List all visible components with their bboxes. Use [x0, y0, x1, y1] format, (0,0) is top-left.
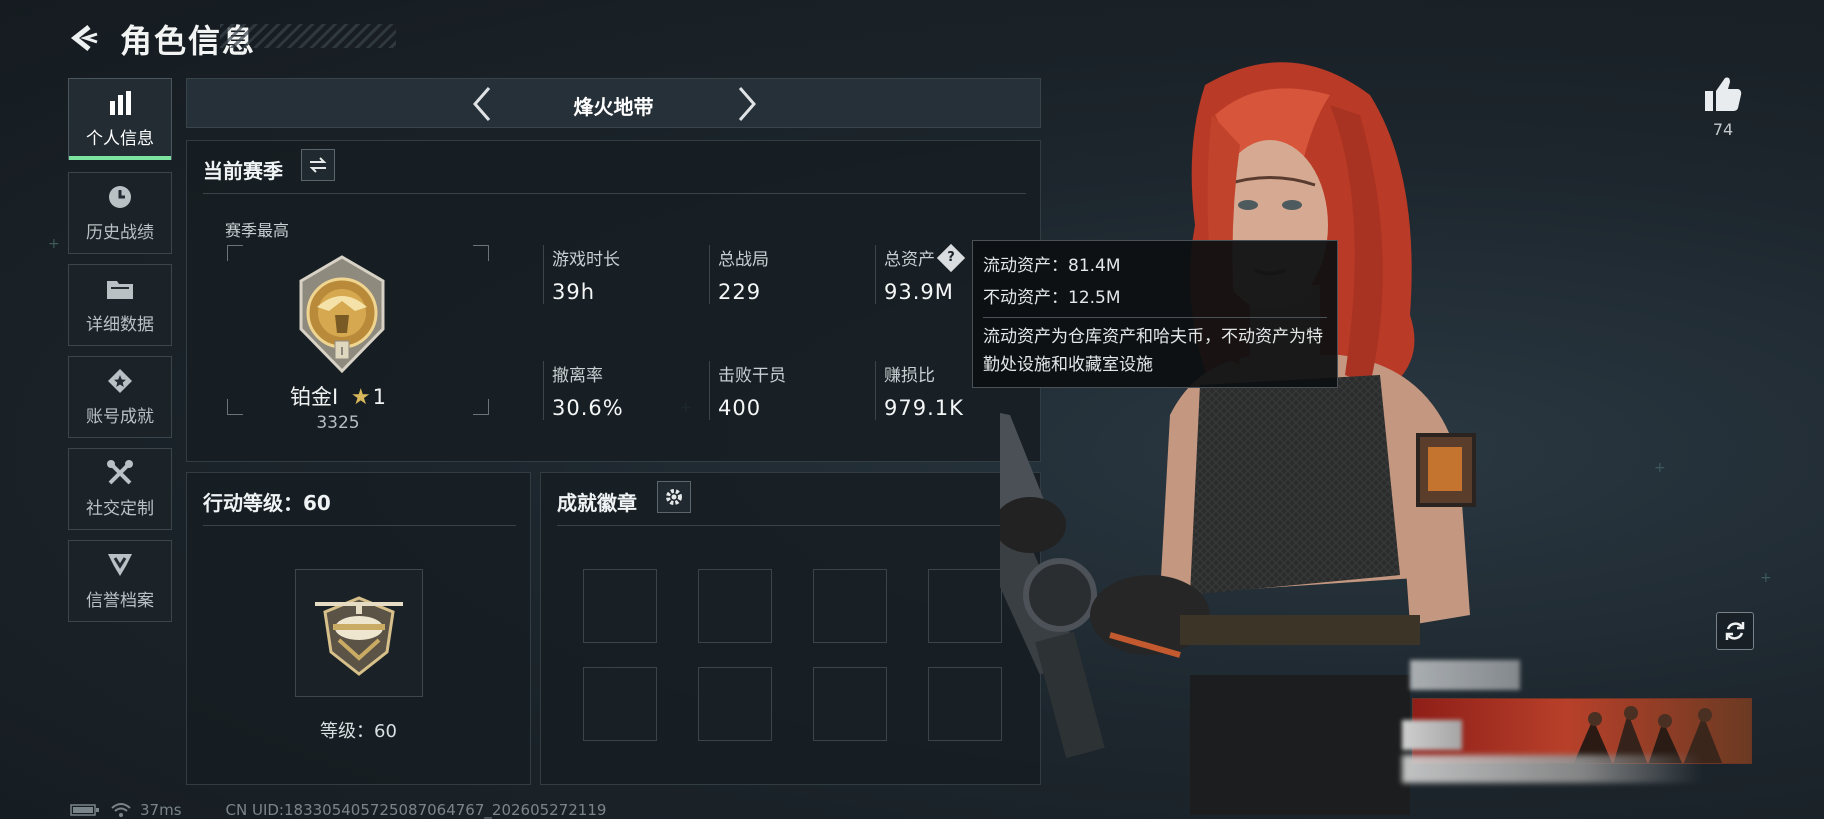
stat-label: 游戏时长 [552, 250, 620, 270]
stat-kills: 击败干员 400 [709, 361, 859, 420]
sidebar-item-label: 信誉档案 [86, 590, 154, 611]
assets-tooltip: 流动资产：81.4M 不动资产：12.5M 流动资产为仓库资产和哈夫币，不动资产… [972, 240, 1338, 388]
stat-value: 39h [552, 280, 596, 304]
season-panel: 当前赛季 赛季最高 I 铂金I ★1 3325 游戏时长 39h 总战局 229… [186, 140, 1041, 462]
sidebar-item-social[interactable]: 社交定制 [68, 448, 172, 530]
achievements-panel: 成就徽章 [540, 472, 1041, 785]
achievements-title: 成就徽章 [557, 491, 637, 515]
sidebar-item-details[interactable]: 详细数据 [68, 264, 172, 346]
help-icon[interactable]: ? [936, 243, 966, 273]
mode-next-button[interactable] [727, 85, 767, 123]
swap-arrows-icon [309, 157, 327, 173]
sidebar-item-label: 个人信息 [86, 128, 154, 149]
tooltip-fixed-assets: 不动资产：12.5M [983, 288, 1121, 308]
achievement-slot[interactable] [583, 569, 657, 643]
folder-icon [105, 276, 135, 302]
tooltip-liquid-assets: 流动资产：81.4M [983, 256, 1121, 276]
rank-medal-icon: I [297, 255, 387, 374]
achievements-settings-button[interactable] [657, 481, 691, 513]
stat-playtime: 游戏时长 39h [543, 245, 693, 304]
stat-extraction-rate: 撤离率 30.6% [543, 361, 693, 420]
stat-label: 总战局 [718, 250, 769, 270]
history-clock-icon [105, 184, 135, 210]
bar-chart-icon [105, 90, 135, 116]
shield-arrow-icon [105, 552, 135, 578]
sidebar-item-history[interactable]: 历史战绩 [68, 172, 172, 254]
tools-icon [105, 459, 135, 486]
stat-label-text: 总资产 [884, 250, 935, 270]
stat-total-matches: 总战局 229 [709, 245, 859, 304]
panel-divider [203, 525, 516, 526]
stat-value: 400 [718, 396, 762, 420]
blurred-player-name [1410, 660, 1520, 690]
level-text: 等级：60 [320, 721, 397, 742]
sidebar-item-credit[interactable]: 信誉档案 [68, 540, 172, 622]
refresh-button[interactable] [1716, 612, 1754, 650]
wifi-icon [111, 803, 131, 817]
level-panel: 行动等级：60 等级：60 [186, 472, 531, 785]
stat-label: 撤离率 [552, 366, 603, 386]
season-title: 当前赛季 [203, 159, 283, 183]
helicopter-badge-icon [315, 596, 403, 676]
grid-cross-decoration: + [1654, 460, 1666, 476]
mode-selector: 烽火地带 [186, 78, 1041, 128]
status-footer: 37ms CN UID:183305405725087064767_202605… [70, 800, 606, 819]
achievement-star-icon [105, 368, 135, 394]
rank-score: 3325 [316, 413, 360, 433]
stat-label: 击败干员 [718, 366, 786, 386]
chevron-right-icon [738, 87, 756, 121]
achievement-slot[interactable] [583, 667, 657, 741]
blurred-player-avatar [1402, 720, 1462, 750]
sidebar-item-label: 历史战绩 [86, 222, 154, 243]
sidebar-item-profile[interactable]: 个人信息 [68, 78, 172, 160]
sidebar-item-label: 账号成就 [86, 406, 154, 427]
rank-name: 铂金I [290, 385, 339, 409]
stat-value: 229 [718, 280, 762, 304]
tooltip-description: 流动资产为仓库资产和哈夫币，不动资产为特勤处设施和收藏室设施 [983, 327, 1323, 375]
panel-divider [557, 525, 1026, 526]
battery-icon [70, 804, 99, 816]
mode-name: 烽火地带 [573, 95, 654, 119]
rank-label: 铂金I ★1 [187, 381, 489, 411]
level-title: 行动等级：60 [203, 491, 331, 515]
game-screen: + + + + 角色信息 个人信息 历史战绩 详细数据 账号成就 [0, 0, 1824, 819]
panel-divider [203, 193, 1026, 194]
stat-value: 30.6% [552, 396, 624, 420]
title-stripes-decoration [220, 24, 396, 48]
achievement-slot[interactable] [928, 667, 1002, 741]
svg-text:I: I [340, 345, 343, 358]
star-icon: ★ [350, 385, 371, 410]
thumbs-up-icon [1705, 77, 1742, 111]
level-badge[interactable] [295, 569, 423, 697]
grid-cross-decoration: + [48, 236, 60, 252]
back-button[interactable] [66, 20, 102, 56]
achievement-slot[interactable] [698, 569, 772, 643]
season-best-label: 赛季最高 [225, 221, 290, 240]
blurred-player-info [1402, 755, 1702, 783]
gear-icon [666, 489, 682, 505]
back-arrow-icon [70, 25, 98, 51]
grid-cross-decoration: + [1760, 570, 1772, 586]
ping-value: 37ms [140, 801, 182, 819]
achievement-slot[interactable] [698, 667, 772, 741]
sidebar-item-achievements[interactable]: 账号成就 [68, 356, 172, 438]
achievement-slot[interactable] [813, 569, 887, 643]
season-switch-button[interactable] [301, 149, 335, 181]
sidebar-item-label: 社交定制 [86, 498, 154, 519]
refresh-icon [1725, 622, 1745, 640]
player-uid: CN UID:183305405725087064767_20260527211… [225, 801, 607, 819]
rank-stars: 1 [372, 385, 386, 409]
sidebar-item-label: 详细数据 [86, 314, 154, 335]
tooltip-divider [983, 317, 1327, 318]
like-button[interactable] [1700, 72, 1746, 116]
like-count: 74 [1712, 120, 1734, 139]
achievement-slot[interactable] [928, 569, 1002, 643]
achievement-slot[interactable] [813, 667, 887, 741]
